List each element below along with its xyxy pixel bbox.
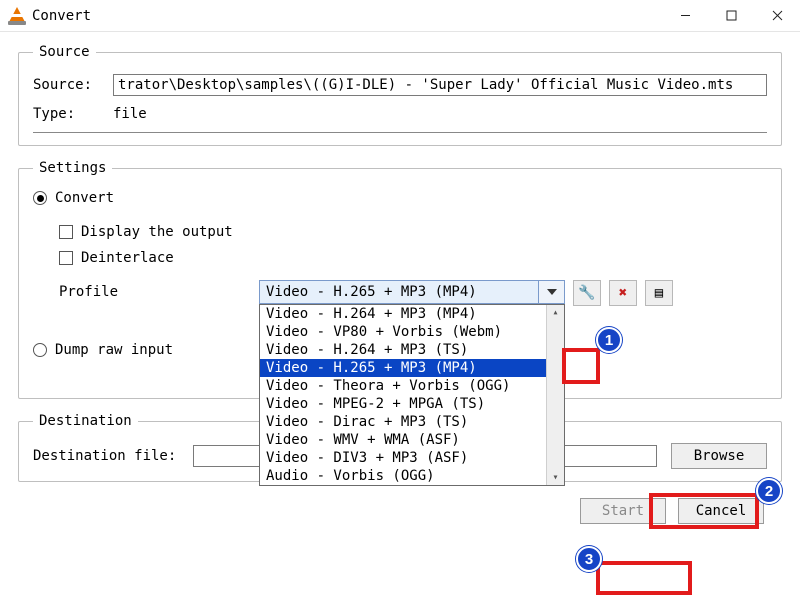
source-legend: Source [33, 44, 96, 60]
convert-radio[interactable]: Convert [33, 190, 114, 206]
deinterlace-checkbox[interactable]: Deinterlace [59, 250, 174, 266]
profile-option[interactable]: Video - H.265 + MP3 (MP4) [260, 359, 546, 377]
profile-option[interactable]: Video - DIV3 + MP3 (ASF) [260, 449, 546, 467]
edit-profile-button[interactable]: 🔧 [573, 280, 601, 306]
dump-raw-radio[interactable]: Dump raw input [33, 342, 173, 358]
app-icon [8, 7, 26, 25]
settings-legend: Settings [33, 160, 112, 176]
profile-option[interactable]: Video - H.264 + MP3 (MP4) [260, 305, 546, 323]
chevron-down-icon [547, 289, 557, 295]
profile-option[interactable]: Video - Theora + Vorbis (OGG) [260, 377, 546, 395]
source-label: Source: [33, 77, 113, 93]
deinterlace-label: Deinterlace [81, 250, 174, 266]
browse-button[interactable]: Browse [671, 443, 767, 469]
settings-group: Settings Convert Display the output Dein… [18, 160, 782, 399]
annotation-badge-2: 2 [756, 478, 782, 504]
source-group: Source Source: trator\Desktop\samples\((… [18, 44, 782, 146]
scroll-down-icon: ▾ [552, 472, 558, 483]
titlebar: Convert [0, 0, 800, 32]
wrench-icon: 🔧 [578, 285, 595, 301]
profile-option[interactable]: Audio - Vorbis (OGG) [260, 467, 546, 485]
display-output-checkbox[interactable]: Display the output [59, 224, 233, 240]
delete-profile-button[interactable]: ✖ [609, 280, 637, 306]
cancel-button[interactable]: Cancel [678, 498, 764, 524]
list-icon: ▤ [655, 285, 663, 301]
scroll-up-icon: ▴ [552, 307, 558, 318]
new-profile-button[interactable]: ▤ [645, 280, 673, 306]
convert-radio-label: Convert [55, 190, 114, 206]
profile-option[interactable]: Video - H.264 + MP3 (TS) [260, 341, 546, 359]
annotation-badge-1: 1 [596, 327, 622, 353]
profile-label: Profile [59, 280, 259, 300]
annotation-box-3 [596, 561, 692, 595]
minimize-button[interactable] [662, 0, 708, 31]
destination-label: Destination file: [33, 448, 193, 464]
profile-dropdown-button[interactable] [539, 280, 565, 304]
profile-option[interactable]: Video - MPEG-2 + MPGA (TS) [260, 395, 546, 413]
dump-raw-label: Dump raw input [55, 342, 173, 358]
profile-option[interactable]: Video - VP80 + Vorbis (Webm) [260, 323, 546, 341]
type-value: file [113, 106, 147, 122]
type-label: Type: [33, 106, 113, 122]
cancel-button-label: Cancel [696, 503, 747, 519]
profile-dropdown-list[interactable]: Video - H.264 + MP3 (MP4)Video - VP80 + … [259, 304, 565, 486]
maximize-button[interactable] [708, 0, 754, 31]
annotation-badge-3: 3 [576, 546, 602, 572]
display-output-label: Display the output [81, 224, 233, 240]
profile-option[interactable]: Video - Dirac + MP3 (TS) [260, 413, 546, 431]
dropdown-scrollbar[interactable]: ▴ ▾ [546, 305, 564, 485]
profile-option[interactable]: Video - WMV + WMA (ASF) [260, 431, 546, 449]
close-button[interactable] [754, 0, 800, 31]
source-input[interactable]: trator\Desktop\samples\((G)I-DLE) - 'Sup… [113, 74, 767, 96]
dialog-buttons: Start Cancel [18, 496, 782, 524]
window-title: Convert [32, 8, 91, 24]
delete-icon: ✖ [619, 285, 627, 301]
start-button-label: Start [602, 503, 644, 519]
window-controls [662, 0, 800, 31]
profile-selected-value: Video - H.265 + MP3 (MP4) [259, 280, 539, 304]
start-button[interactable]: Start [580, 498, 666, 524]
browse-button-label: Browse [694, 448, 745, 464]
profile-combobox[interactable]: Video - H.265 + MP3 (MP4) Video - H.264 … [259, 280, 565, 304]
destination-legend: Destination [33, 413, 138, 429]
